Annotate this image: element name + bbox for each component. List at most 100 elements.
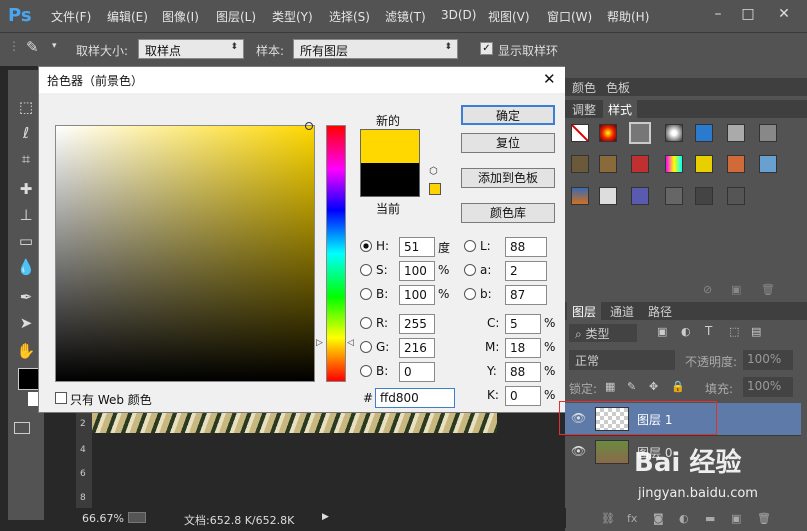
style-none-swatch[interactable] <box>571 124 589 142</box>
maximize-icon[interactable]: □ <box>738 4 758 24</box>
style-swatch[interactable] <box>599 155 617 173</box>
filter-smart-object-icon[interactable]: ▤ <box>751 325 761 338</box>
quick-mask-icon[interactable] <box>14 422 30 434</box>
style-swatch[interactable] <box>665 155 683 173</box>
new-group-icon[interactable]: ▬ <box>705 512 715 525</box>
tab-adjustments[interactable]: 调整 <box>567 100 601 119</box>
style-swatch[interactable] <box>727 187 745 205</box>
lock-position-icon[interactable]: ✥ <box>649 380 658 393</box>
menu-file[interactable]: 文件(F) <box>51 8 91 25</box>
hue-radio[interactable] <box>360 240 372 252</box>
show-ring-checkbox[interactable]: ✓ <box>480 42 493 55</box>
layer-filter-select[interactable]: ⌕ 类型 <box>569 324 637 342</box>
lab-b-field[interactable]: 87 <box>505 285 547 305</box>
hue-slider-left-arrow-icon[interactable]: ▷ <box>316 338 323 348</box>
style-swatch[interactable] <box>727 155 745 173</box>
green-radio[interactable] <box>360 341 372 353</box>
filter-type-icon[interactable]: T <box>705 324 712 338</box>
style-swatch[interactable] <box>631 187 649 205</box>
lab-a-field[interactable]: 2 <box>505 261 547 281</box>
style-swatch[interactable] <box>599 124 617 142</box>
style-swatch[interactable] <box>629 122 651 144</box>
zoom-level[interactable]: 66.67% <box>82 512 124 525</box>
menu-help[interactable]: 帮助(H) <box>607 8 649 25</box>
style-swatch[interactable] <box>665 187 683 205</box>
filter-pixel-icon[interactable]: ▣ <box>657 325 667 338</box>
blend-mode-select[interactable]: 正常 <box>569 350 675 370</box>
style-swatch[interactable] <box>695 187 713 205</box>
sample-select[interactable]: 所有图层 ⬍ <box>293 39 458 59</box>
tab-paths[interactable]: 路径 <box>643 302 677 321</box>
link-layers-icon[interactable]: ⛓ <box>601 512 615 525</box>
lab-b-radio[interactable] <box>464 288 476 300</box>
menu-layer[interactable]: 图层(L) <box>216 8 256 25</box>
ok-button[interactable]: 确定 <box>461 105 555 125</box>
green-field[interactable]: 216 <box>399 338 435 358</box>
lab-a-radio[interactable] <box>464 264 476 276</box>
fx-icon[interactable]: fx <box>627 512 637 525</box>
style-swatch[interactable] <box>759 124 777 142</box>
style-swatch[interactable] <box>665 124 683 142</box>
add-to-swatches-button[interactable]: 添加到色板 <box>461 168 555 188</box>
chevron-down-icon[interactable]: ▾ <box>52 41 57 51</box>
hue-field[interactable]: 51 <box>399 237 435 257</box>
lock-pixels-icon[interactable]: ✎ <box>627 380 636 393</box>
style-swatch[interactable] <box>695 124 713 142</box>
current-color-preview[interactable] <box>360 163 420 197</box>
tab-channels[interactable]: 通道 <box>605 302 639 321</box>
delete-layer-icon[interactable]: 🗑 <box>757 512 771 525</box>
status-menu-arrow-icon[interactable]: ▶ <box>322 512 329 522</box>
saturation-radio[interactable] <box>360 264 372 276</box>
menu-filter[interactable]: 滤镜(T) <box>385 8 426 25</box>
style-swatch[interactable] <box>571 155 589 173</box>
brightness-field[interactable]: 100 <box>399 285 435 305</box>
hue-slider[interactable] <box>326 125 346 382</box>
menu-window[interactable]: 窗口(W) <box>547 8 592 25</box>
reset-button[interactable]: 复位 <box>461 133 555 153</box>
color-libraries-button[interactable]: 颜色库 <box>461 203 555 223</box>
cyan-field[interactable]: 5 <box>505 314 541 334</box>
brightness-radio[interactable] <box>360 288 372 300</box>
visibility-eye-icon[interactable]: 👁 <box>571 444 586 458</box>
blue-radio[interactable] <box>360 365 372 377</box>
menu-image[interactable]: 图像(I) <box>162 8 199 25</box>
red-radio[interactable] <box>360 317 372 329</box>
new-layer-icon[interactable]: ▣ <box>731 512 741 525</box>
style-swatch[interactable] <box>759 155 777 173</box>
filter-adjustment-icon[interactable]: ◐ <box>681 325 691 338</box>
filter-shape-icon[interactable]: ⬚ <box>729 325 739 338</box>
close-window-icon[interactable]: ✕ <box>774 4 794 24</box>
menu-edit[interactable]: 编辑(E) <box>107 8 148 25</box>
opacity-field[interactable]: 100% <box>743 350 793 370</box>
fill-field[interactable]: 100% <box>743 377 793 397</box>
lab-l-field[interactable]: 88 <box>505 237 547 257</box>
lock-transparency-icon[interactable]: ▦ <box>605 380 615 393</box>
menu-3d[interactable]: 3D(D) <box>441 8 476 22</box>
tab-swatches[interactable]: 色板 <box>601 78 635 97</box>
blue-field[interactable]: 0 <box>399 362 435 382</box>
saturation-field[interactable]: 100 <box>399 261 435 281</box>
menu-select[interactable]: 选择(S) <box>329 8 370 25</box>
red-field[interactable]: 255 <box>399 314 435 334</box>
eyedropper-icon[interactable]: ✎ <box>26 38 39 56</box>
style-swatch[interactable] <box>727 124 745 142</box>
hex-field[interactable]: ffd800 <box>375 388 455 408</box>
style-swatch[interactable] <box>571 187 589 205</box>
tab-color[interactable]: 颜色 <box>567 78 601 97</box>
minimize-icon[interactable]: – <box>708 4 728 24</box>
web-colors-only-checkbox[interactable] <box>55 392 67 404</box>
style-swatch[interactable] <box>631 155 649 173</box>
add-mask-icon[interactable]: ◙ <box>653 512 664 525</box>
lab-l-radio[interactable] <box>464 240 476 252</box>
black-field[interactable]: 0 <box>505 386 541 406</box>
style-swatch[interactable] <box>599 187 617 205</box>
out-of-gamut-cube-icon[interactable]: ⬡ <box>429 166 438 177</box>
close-icon[interactable]: ✕ <box>543 70 556 88</box>
new-style-icon[interactable]: ▣ <box>731 283 741 296</box>
trash-icon[interactable]: 🗑 <box>761 283 775 296</box>
menu-view[interactable]: 视图(V) <box>488 8 530 25</box>
adjustment-layer-icon[interactable]: ◐ <box>679 512 689 525</box>
lock-all-icon[interactable]: 🔒 <box>671 380 685 393</box>
web-safe-color-swatch[interactable] <box>429 183 441 195</box>
saturation-brightness-field[interactable] <box>55 125 315 382</box>
